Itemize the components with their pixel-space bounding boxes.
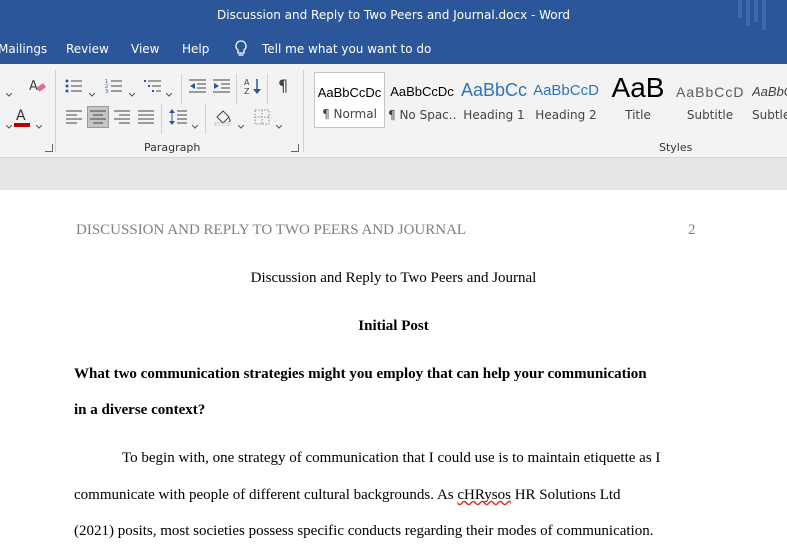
svg-text:Z: Z [244,87,250,95]
chevron-down-icon[interactable] [275,116,283,129]
style-sample: AaB [611,72,665,103]
ribbon-tabs: Mailings Review View Help Tell me what y… [0,34,787,64]
style-sample: AaBbCcD [533,82,599,99]
chevron-down-icon[interactable] [191,116,199,129]
group-separator [303,70,304,152]
svg-text:A: A [16,108,26,124]
style-name: ¶ Normal [322,107,377,121]
chevron-down-icon[interactable] [35,116,43,129]
style-name: ¶ No Spac... [388,108,456,122]
title-decoration [738,0,742,18]
style-sample: AaBbCcDc [390,84,454,99]
body-text: communicate with people of different cul… [74,487,458,503]
align-right-icon[interactable] [111,106,133,128]
style-heading-1[interactable]: AaBbCc Heading 1 [460,72,528,128]
group-separator [181,74,182,104]
title-decoration [762,0,766,30]
chevron-down-icon[interactable] [237,116,245,129]
section-heading: Initial Post [358,318,429,334]
justify-icon[interactable] [135,106,157,128]
title-decoration [754,0,758,22]
title-decoration [746,0,750,26]
style-sample: AaBbCc [460,80,528,100]
style-no-spacing[interactable]: AaBbCcDc ¶ No Spac... [388,72,456,128]
group-separator [267,74,268,104]
style-sample: AaBbC [752,84,787,99]
paragraph-dialog-launcher[interactable] [291,144,299,152]
svg-text:3: 3 [105,89,108,94]
spelling-error[interactable]: cHRysos [457,487,511,503]
align-left-icon[interactable] [63,106,85,128]
style-name: Title [625,108,651,122]
svg-text:A: A [244,78,250,87]
style-name: Heading 2 [535,108,597,122]
style-heading-2[interactable]: AaBbCcD Heading 2 [532,72,600,128]
question-line-2: in a diverse context? [74,402,206,418]
font-color-icon[interactable]: A [11,106,33,128]
body-line-3: (2021) posits, most societies possess sp… [74,523,654,539]
bullets-icon[interactable] [63,75,85,97]
chevron-down-icon[interactable] [128,84,136,97]
style-name: Heading 1 [463,108,525,122]
multilevel-list-icon[interactable] [142,75,164,97]
lightbulb-icon[interactable] [234,40,248,60]
chevron-down-icon[interactable] [88,84,96,97]
document-page[interactable]: DISCUSSION AND REPLY TO TWO PEERS AND JO… [0,190,787,546]
style-subtitle[interactable]: AaBbCcD Subtitle [676,72,744,128]
font-dialog-launcher[interactable] [45,144,53,152]
increase-indent-icon[interactable] [211,75,233,97]
borders-icon[interactable] [251,106,273,128]
shading-icon[interactable] [212,106,234,128]
question-line-1: What two communication strategies might … [74,366,647,382]
styles-group-label: Styles [659,141,693,154]
svg-text:¶: ¶ [278,77,288,95]
sort-icon[interactable]: AZ [242,75,264,97]
group-separator [161,104,162,134]
style-subtle-emphasis[interactable]: AaBbC Subtle [748,72,787,128]
chevron-down-icon[interactable] [5,84,13,97]
page-number: 2 [688,222,696,238]
tab-view[interactable]: View [131,42,159,56]
title-bar: Discussion and Reply to Two Peers and Jo… [0,0,787,34]
style-name: Subtle [752,108,787,122]
line-spacing-icon[interactable] [167,106,189,128]
style-title[interactable]: AaB Title [604,72,672,128]
group-separator [55,70,56,152]
svg-text:A: A [29,79,38,94]
tab-help[interactable]: Help [182,42,209,56]
numbering-icon[interactable]: 123 [103,75,125,97]
show-formatting-marks-icon[interactable]: ¶ [273,75,295,97]
clear-formatting-icon[interactable]: A [26,75,48,97]
decrease-indent-icon[interactable] [187,75,209,97]
style-sample: AaBbCcDc [317,85,382,100]
tab-mailings[interactable]: Mailings [0,42,47,56]
style-sample: AaBbCcD [676,84,744,100]
align-center-icon[interactable] [87,106,109,128]
body-line-2: communicate with people of different cul… [74,487,621,504]
body-line-1: To begin with, one strategy of communica… [122,450,661,466]
ribbon: A A 123 AZ ¶ Paragraph AaBbCcDc ¶ Normal… [0,64,787,158]
style-normal[interactable]: AaBbCcDc ¶ Normal [314,72,385,128]
paragraph-group-label: Paragraph [144,141,201,154]
group-separator [205,104,206,134]
window-title: Discussion and Reply to Two Peers and Jo… [217,8,570,22]
tell-me-search[interactable]: Tell me what you want to do [262,42,431,56]
chevron-down-icon[interactable] [165,84,173,97]
group-separator [236,74,237,104]
running-head: DISCUSSION AND REPLY TO TWO PEERS AND JO… [76,222,467,238]
ruler-area [0,158,787,190]
body-text: HR Solutions Ltd [510,487,621,503]
document-title: Discussion and Reply to Two Peers and Jo… [250,270,537,286]
style-name: Subtitle [686,108,734,122]
tab-review[interactable]: Review [66,42,109,56]
